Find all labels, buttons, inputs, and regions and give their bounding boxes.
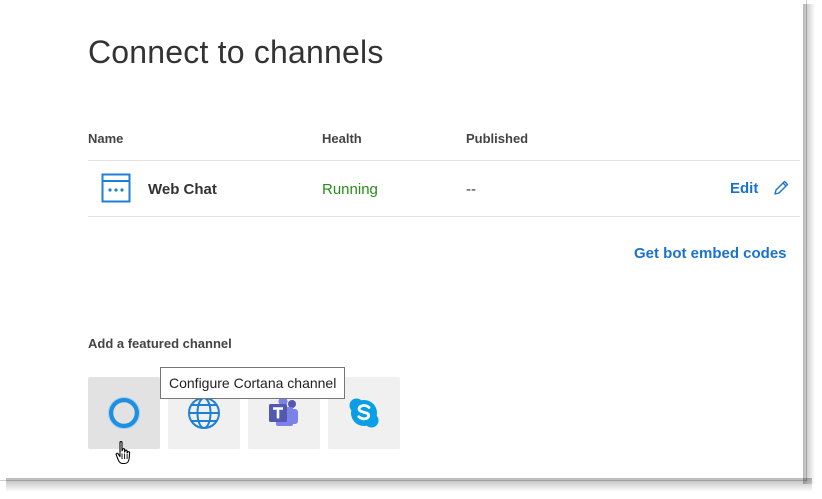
teams-icon [269, 397, 298, 426]
page-shadow [803, 4, 815, 484]
channel-health-status: Running [322, 181, 378, 198]
table-divider [88, 160, 800, 161]
get-embed-codes-link[interactable]: Get bot embed codes [634, 245, 787, 262]
page-shadow [6, 478, 812, 492]
column-header-name: Name [88, 131, 124, 146]
web-chat-icon [101, 173, 131, 203]
cortana-tooltip: Configure Cortana channel [160, 367, 346, 399]
pencil-icon[interactable] [772, 179, 790, 197]
featured-channel-heading: Add a featured channel [88, 336, 232, 351]
channel-published: -- [466, 181, 476, 198]
column-header-published: Published [466, 131, 529, 146]
skype-icon [349, 398, 379, 428]
cortana-icon [108, 397, 140, 429]
column-header-health: Health [322, 131, 362, 146]
table-divider [88, 216, 800, 217]
globe-icon [188, 397, 220, 429]
cortana-channel-button[interactable] [88, 377, 160, 449]
hand-pointer-cursor-icon [115, 441, 131, 465]
channel-name: Web Chat [148, 181, 217, 198]
edit-link[interactable]: Edit [730, 180, 758, 197]
page-title: Connect to channels [88, 34, 384, 70]
channels-panel: Connect to channels Name Health Publishe… [0, 0, 807, 481]
